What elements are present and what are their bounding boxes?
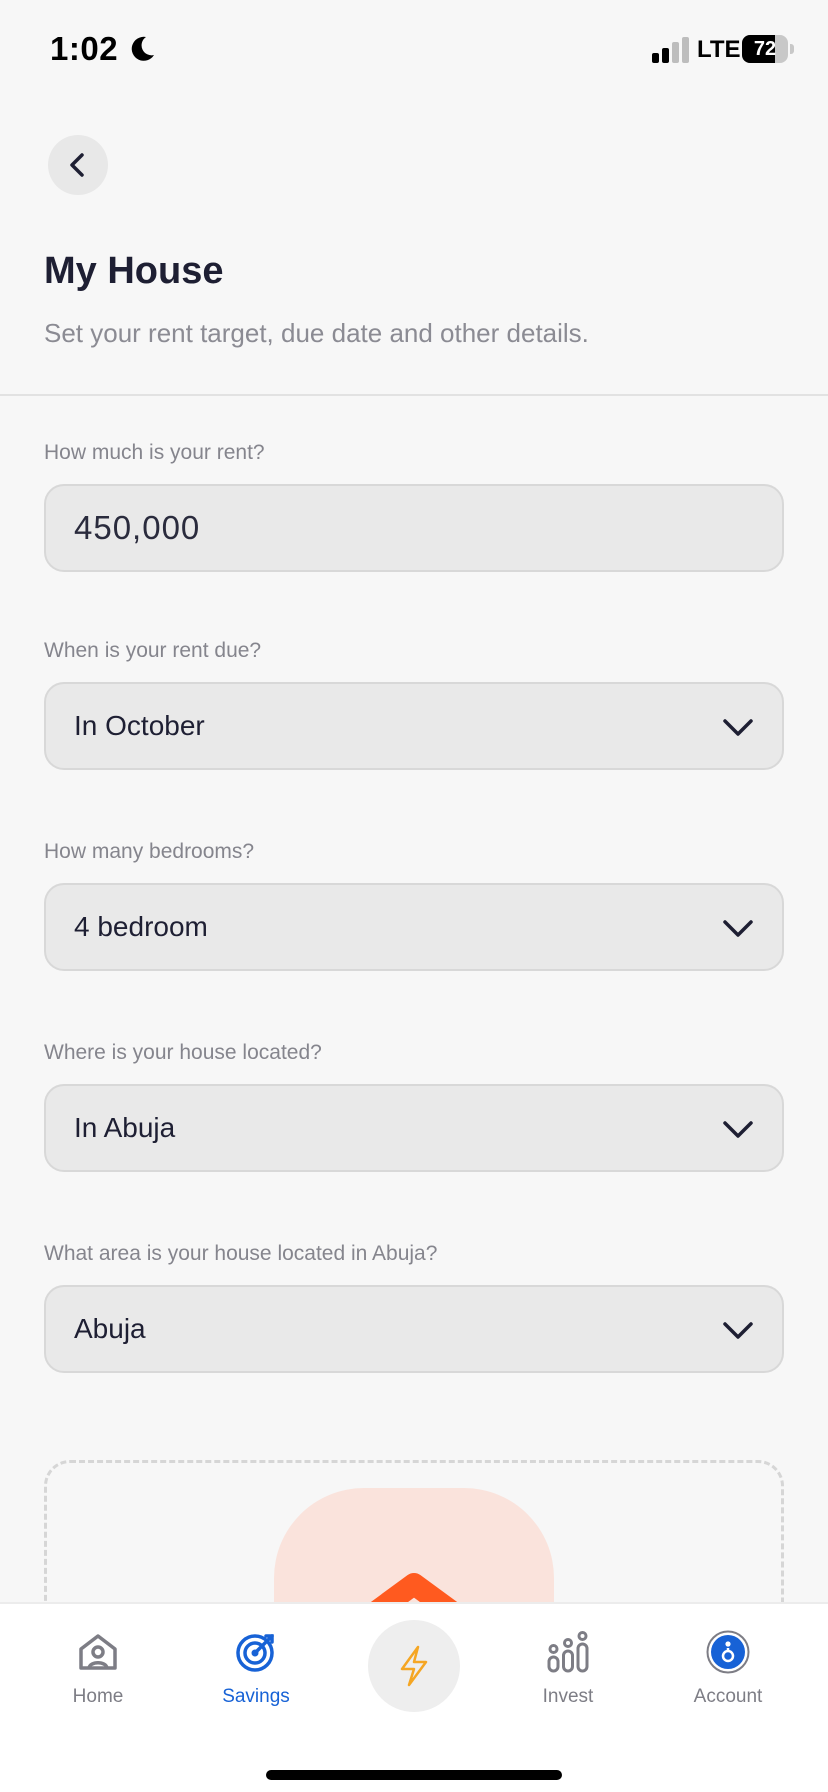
rent-amount-label: How much is your rent? xyxy=(44,441,265,464)
battery-icon: 72 xyxy=(742,35,794,63)
tab-home-label: Home xyxy=(72,1686,124,1707)
bedrooms-select[interactable]: 4 bedroom xyxy=(44,883,784,971)
house-user-icon xyxy=(79,1634,117,1670)
chevron-down-icon xyxy=(723,1322,753,1339)
page-title: My House xyxy=(44,250,224,292)
back-button[interactable] xyxy=(48,135,108,195)
status-time: 1:02 xyxy=(50,30,119,67)
bar-chart-icon xyxy=(547,1631,589,1673)
tab-account-label: Account xyxy=(693,1686,763,1707)
location-label: Where is your house located? xyxy=(44,1041,322,1064)
network-label: LTE xyxy=(697,36,741,63)
cellular-signal-icon xyxy=(652,37,689,63)
account-icon xyxy=(706,1630,750,1674)
rent-due-label: When is your rent due? xyxy=(44,639,262,662)
tab-savings[interactable]: Savings xyxy=(191,1630,321,1730)
rent-amount-input[interactable]: 450,000 xyxy=(44,484,784,572)
rent-amount-value: 450,000 xyxy=(74,509,201,546)
tab-invest-label: Invest xyxy=(542,1686,594,1707)
battery-level: 72 xyxy=(753,38,777,60)
location-select[interactable]: In Abuja xyxy=(44,1084,784,1172)
bedrooms-label: How many bedrooms? xyxy=(44,840,255,863)
status-bar: 1:02 LTE 72 xyxy=(0,0,828,100)
lightning-icon xyxy=(400,1645,428,1687)
rent-due-value: In October xyxy=(74,710,205,741)
target-icon xyxy=(236,1634,274,1672)
chevron-left-icon xyxy=(70,153,84,177)
area-value: Abuja xyxy=(74,1313,146,1344)
screen: 1:02 LTE 72 My House Set your rent targe… xyxy=(0,0,828,1792)
quick-action-button[interactable] xyxy=(368,1620,460,1712)
moon-icon xyxy=(131,36,154,61)
bottom-tab-bar: Home Savings Invest Account xyxy=(0,1602,828,1792)
rent-due-select[interactable]: In October xyxy=(44,682,784,770)
divider xyxy=(0,394,828,396)
chevron-down-icon xyxy=(723,920,753,937)
tab-account[interactable]: Account xyxy=(663,1630,793,1730)
tab-invest[interactable]: Invest xyxy=(503,1630,633,1730)
bedrooms-value: 4 bedroom xyxy=(74,911,208,942)
tab-home[interactable]: Home xyxy=(33,1630,163,1730)
area-label: What area is your house located in Abuja… xyxy=(44,1242,438,1265)
chevron-down-icon xyxy=(723,1121,753,1138)
page-subtitle: Set your rent target, due date and other… xyxy=(44,318,589,348)
location-value: In Abuja xyxy=(74,1112,176,1143)
area-select[interactable]: Abuja xyxy=(44,1285,784,1373)
tab-savings-label: Savings xyxy=(222,1686,290,1707)
home-indicator xyxy=(266,1770,562,1780)
chevron-down-icon xyxy=(723,719,753,736)
